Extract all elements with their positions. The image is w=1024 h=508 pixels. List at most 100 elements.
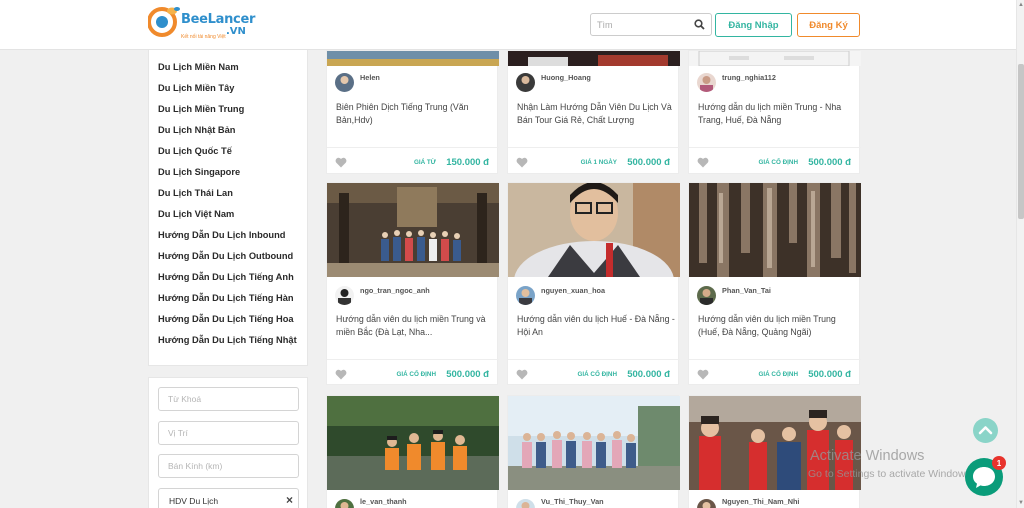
sidebar-item[interactable]: Hướng Dẫn Du Lịch Tiếng Nhật [149,332,307,353]
service-card[interactable]: Phan_Van_Tai Hướng dẫn viên du lịch miền… [688,182,861,385]
selected-category-label: HDV Du Lịch [169,496,219,506]
username[interactable]: Nguyen_Thi_Nam_Nhi [722,497,799,506]
category-list: Du Lịch Miền Nam Du Lịch Miền Tây Du Lịc… [149,50,307,353]
avatar [516,73,535,92]
sidebar-item[interactable]: Du Lịch Miền Tây [149,80,307,101]
service-card[interactable]: nguyen_xuan_hoa Hướng dẫn viên du lịch H… [507,182,680,385]
service-card[interactable]: Helen Biên Phiên Dịch Tiếng Trung (Văn B… [326,50,499,174]
avatar [335,499,354,508]
heart-icon[interactable] [335,157,347,168]
username[interactable]: le_van_thanh [360,497,407,506]
service-card[interactable]: trung_nghia112 Hướng dẫn du lịch miền Tr… [688,50,861,174]
sidebar-item[interactable]: Du Lịch Singapore [149,164,307,185]
username[interactable]: Phan_Van_Tai [722,286,771,295]
heart-icon[interactable] [697,157,709,168]
service-card[interactable]: Vu_Thi_Thuy_Van [507,395,680,508]
site-header: BeeLancer .VN Kết nối tài năng Việt Đăng… [0,0,1016,50]
chevron-up-icon [978,426,993,435]
service-photo [327,183,499,277]
logo-text: BeeLancer [181,12,256,27]
username[interactable]: Helen [360,73,380,82]
sidebar-item[interactable]: Du Lịch Việt Nam [149,206,307,227]
service-card[interactable]: ngo_tran_ngoc_anh Hướng dẫn viên du lịch… [326,182,499,385]
heart-icon[interactable] [516,369,528,380]
sidebar-item[interactable]: Du Lịch Miền Trung [149,101,307,122]
sidebar-item[interactable]: Hướng Dẫn Du Lịch Tiếng Anh [149,269,307,290]
service-title[interactable]: Biên Phiên Dịch Tiếng Trung (Văn Bản,Hdv… [336,101,496,126]
avatar [335,286,354,305]
service-title[interactable]: Hướng dẫn viên du lịch miền Trung (Huế, … [698,313,858,338]
heart-icon[interactable] [697,369,709,380]
card-divider [689,359,861,360]
activation-watermark-title: Activate Windows [810,448,925,464]
sidebar-item[interactable]: Hướng Dẫn Du Lịch Outbound [149,248,307,269]
sidebar-item[interactable]: Hướng Dẫn Du Lịch Tiếng Hàn [149,290,307,311]
service-photo [327,396,499,490]
avatar [697,499,716,508]
logo-tagline: Kết nối tài năng Việt [181,34,226,40]
selected-category-field[interactable]: HDV Du Lịch × [158,488,299,508]
radius-input[interactable] [158,454,299,478]
service-photo [327,51,499,66]
price-value: 500.000 đ [627,157,670,168]
sidebar-item[interactable]: Hướng Dẫn Du Lịch Tiếng Hoa [149,311,307,332]
clear-category-icon[interactable]: × [286,493,293,507]
card-divider [508,359,680,360]
price-label: Giá cố định [396,371,436,378]
service-card[interactable]: le_van_thanh [326,395,499,508]
username[interactable]: Huong_Hoang [541,73,591,82]
signup-button[interactable]: Đăng Ký [797,13,860,37]
username[interactable]: trung_nghia112 [722,73,776,82]
page-scrollbar[interactable]: ▲ ▼ [1016,0,1024,508]
scrollbar-thumb[interactable] [1018,64,1024,219]
service-title[interactable]: Nhận Làm Hướng Dẫn Viên Du Lịch Và Bán T… [517,101,677,126]
service-title[interactable]: Hướng dẫn du lịch miền Trung - Nha Trang… [698,101,858,126]
back-to-top-button[interactable] [973,418,998,443]
keyword-input[interactable] [158,387,299,411]
scroll-up-icon[interactable]: ▲ [1018,2,1024,8]
service-photo [508,396,680,490]
username[interactable]: Vu_Thi_Thuy_Van [541,497,604,506]
scroll-down-icon[interactable]: ▼ [1018,500,1024,506]
sidebar-item[interactable]: Du Lịch Nhật Bản [149,122,307,143]
price-value: 500.000 đ [446,369,489,380]
search-input[interactable] [597,18,693,32]
search-box [590,13,712,36]
price-value: 500.000 đ [808,369,851,380]
avatar [516,286,535,305]
activation-watermark-subtitle: Go to Settings to activate Windows. [808,468,974,480]
sidebar-item[interactable]: Du Lịch Thái Lan [149,185,307,206]
price-label: Giá từ [413,159,436,166]
price-value: 500.000 đ [808,157,851,168]
avatar [335,73,354,92]
filter-panel: HDV Du Lịch × [148,377,308,508]
service-photo [689,183,861,277]
logo-domain: .VN [226,26,246,37]
avatar [697,286,716,305]
service-title[interactable]: Hướng dẫn viên du lịch miền Trung và miề… [336,313,496,338]
service-photo [508,183,680,277]
sidebar-item[interactable]: Du Lịch Quốc Tế [149,143,307,164]
service-title[interactable]: Hướng dẫn viên du lịch Huế - Đà Nẵng - H… [517,313,677,338]
avatar [697,73,716,92]
heart-icon[interactable] [335,369,347,380]
price-label: Giá cố định [758,371,798,378]
sidebar-item[interactable]: Du Lịch Miền Nam [149,59,307,80]
location-input[interactable] [158,421,299,445]
service-card[interactable]: Huong_Hoang Nhận Làm Hướng Dẫn Viên Du L… [507,50,680,174]
sidebar-item[interactable]: Hướng Dẫn Du Lịch Inbound [149,227,307,248]
service-photo [689,51,861,66]
price-value: 150.000 đ [446,157,489,168]
bee-logo-icon [147,7,180,37]
search-icon[interactable] [694,19,705,30]
price-value: 500.000 đ [627,369,670,380]
username[interactable]: ngo_tran_ngoc_anh [360,286,430,295]
username[interactable]: nguyen_xuan_hoa [541,286,605,295]
beelancer-logo[interactable]: BeeLancer .VN Kết nối tài năng Việt [147,4,255,44]
price-label: Giá 1 ngày [580,159,617,166]
login-button[interactable]: Đăng Nhập [715,13,792,37]
chat-notification-badge: 1 [992,456,1006,470]
category-sidebar: Du Lịch Miền Nam Du Lịch Miền Tây Du Lịc… [148,50,308,366]
heart-icon[interactable] [516,157,528,168]
card-divider [689,147,861,148]
